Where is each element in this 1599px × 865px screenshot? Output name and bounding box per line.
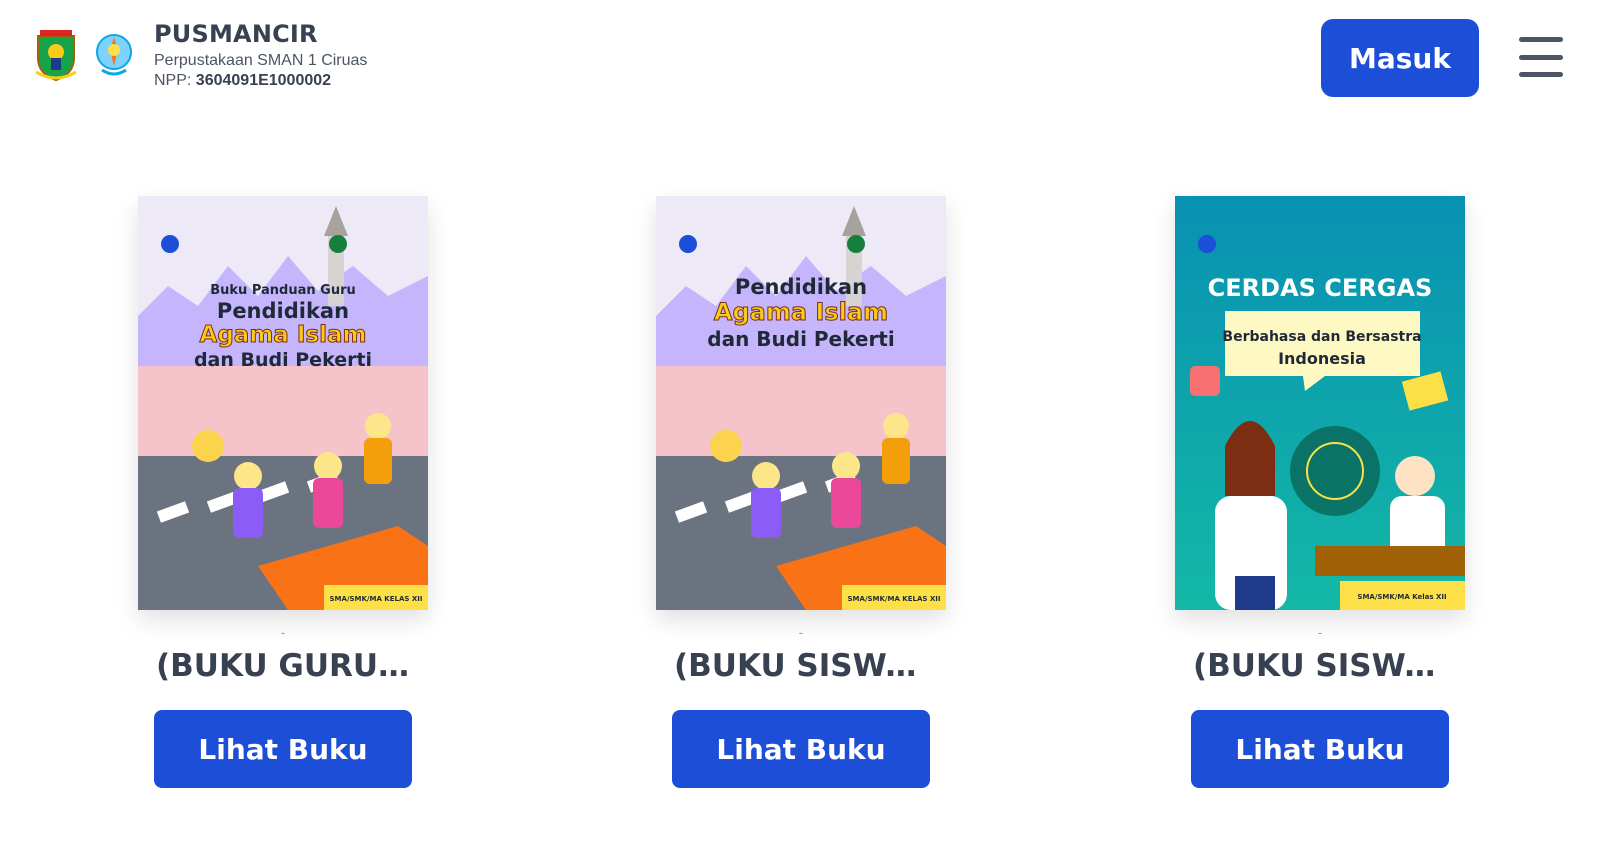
view-book-button[interactable]: Lihat Buku xyxy=(1191,710,1449,788)
cover-badge: SMA/SMK/MA KELAS XII xyxy=(848,595,941,603)
book-card: Pendidikan Agama Islam dan Budi Pekerti … xyxy=(646,196,956,788)
book-cover-image: CERDAS CERGAS Berbahasa dan Bersastra In… xyxy=(1175,196,1465,610)
login-button[interactable]: Masuk xyxy=(1321,19,1479,97)
banten-logo[interactable] xyxy=(34,28,78,82)
site-title[interactable]: PUSMANCIR xyxy=(154,20,367,48)
school-logo[interactable] xyxy=(92,28,136,82)
site-subtitle: Perpustakaan SMAN 1 Ciruas xyxy=(154,52,368,69)
book-title[interactable]: (BUKU SISWA)... xyxy=(674,648,928,684)
cover-line1: Pendidikan xyxy=(735,275,867,299)
cover-line3: dan Budi Pekerti xyxy=(707,327,894,351)
logo-group xyxy=(34,28,136,82)
cover-small-text: Buku Panduan Guru xyxy=(210,283,356,298)
book-cover-link[interactable]: Buku Panduan Guru Pendidikan Agama Islam… xyxy=(138,196,428,610)
cover-line1: CERDAS CERGAS xyxy=(1208,274,1433,302)
book-cover-image: Pendidikan Agama Islam dan Budi Pekerti … xyxy=(656,196,946,610)
hamburger-menu-icon[interactable] xyxy=(1519,37,1563,77)
menu-bar xyxy=(1519,54,1563,60)
npp-value: 3604091E1000002 xyxy=(195,72,332,89)
cover-line2: Agama Islam xyxy=(200,322,367,348)
book-cover-link[interactable]: Pendidikan Agama Islam dan Budi Pekerti … xyxy=(656,196,946,610)
book-cover-link[interactable]: CERDAS CERGAS Berbahasa dan Bersastra In… xyxy=(1175,196,1465,610)
cover-line2: Berbahasa dan Bersastra xyxy=(1222,329,1421,345)
cover-badge: SMA/SMK/MA KELAS XII xyxy=(330,595,423,603)
menu-bar xyxy=(1519,72,1563,77)
book-card: CERDAS CERGAS Berbahasa dan Bersastra In… xyxy=(1165,196,1475,788)
view-book-button[interactable]: Lihat Buku xyxy=(672,710,930,788)
book-card: Buku Panduan Guru Pendidikan Agama Islam… xyxy=(128,196,438,788)
book-title[interactable]: (BUKU GURU) ... xyxy=(156,648,410,684)
view-book-button[interactable]: Lihat Buku xyxy=(154,710,412,788)
cover-line1: Pendidikan xyxy=(217,299,349,323)
book-author-dash: - xyxy=(280,624,286,640)
npp-label: NPP: xyxy=(154,72,192,89)
cover-line3: dan Budi Pekerti xyxy=(194,349,372,371)
cover-badge: SMA/SMK/MA Kelas XII xyxy=(1357,593,1446,601)
npp-line: NPP: 3604091E1000002 xyxy=(154,72,367,90)
book-title[interactable]: (BUKU SISWA)... xyxy=(1193,648,1447,684)
book-author-dash: - xyxy=(798,624,804,640)
menu-bar xyxy=(1519,37,1563,42)
book-cover-image: Buku Panduan Guru Pendidikan Agama Islam… xyxy=(138,196,428,610)
site-header: PUSMANCIR Perpustakaan SMAN 1 Ciruas NPP… xyxy=(0,0,1599,112)
brand-block: PUSMANCIR Perpustakaan SMAN 1 Ciruas NPP… xyxy=(154,20,367,90)
cover-line3: Indonesia xyxy=(1278,349,1366,368)
cover-line2: Agama Islam xyxy=(714,298,888,326)
book-author-dash: - xyxy=(1317,624,1323,640)
